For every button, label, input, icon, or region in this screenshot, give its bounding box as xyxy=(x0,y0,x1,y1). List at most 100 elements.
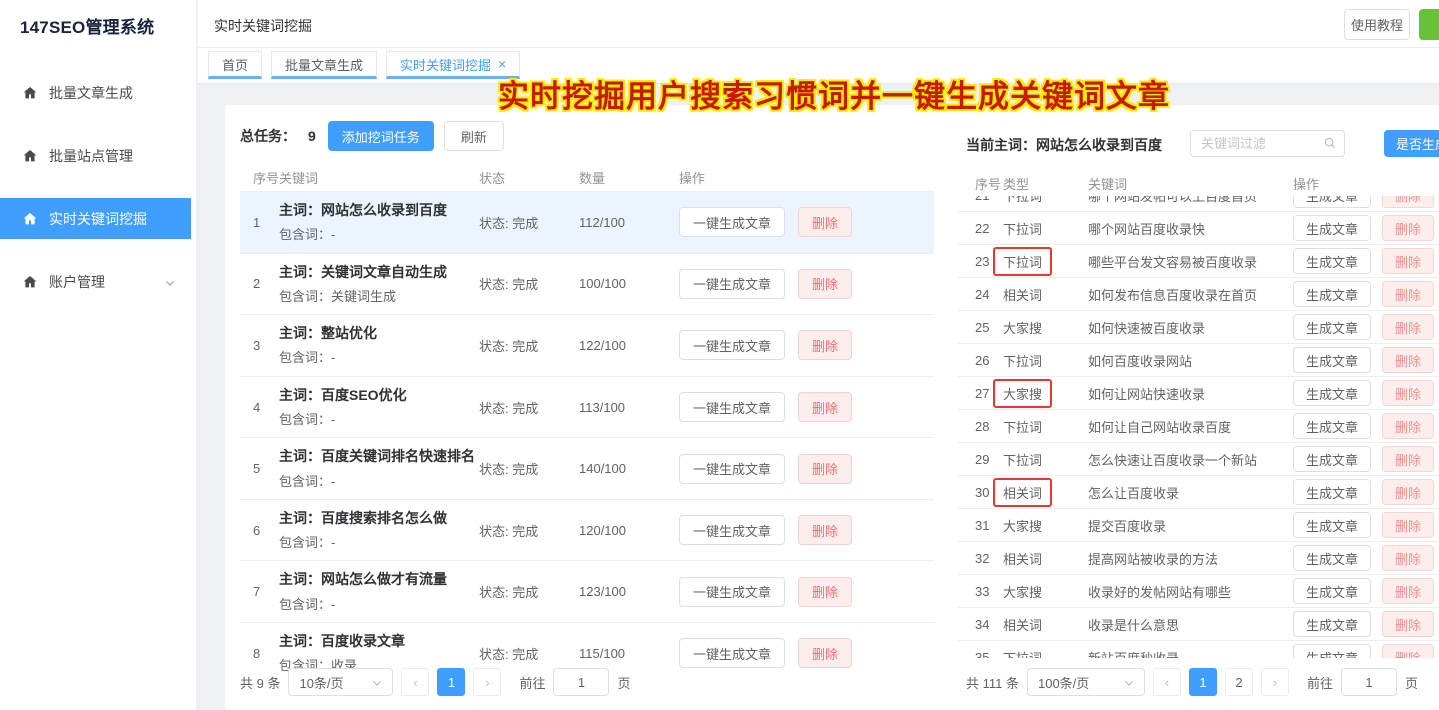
row-keyword: 哪个网站发帖可以上百度首页 xyxy=(1088,196,1293,205)
row-type-cell: 下拉词 xyxy=(1003,351,1088,370)
add-task-button[interactable]: 添加挖词任务 xyxy=(328,121,434,151)
delete-button[interactable]: 删除 xyxy=(798,577,852,607)
delete-button[interactable]: 删除 xyxy=(1382,380,1434,406)
prev-page-button[interactable]: ‹ xyxy=(401,668,429,696)
sidebar-item[interactable]: 批量站点管理 xyxy=(0,135,196,176)
page-size-select[interactable]: 100条/页 xyxy=(1027,668,1145,696)
next-page-button[interactable]: › xyxy=(1261,668,1289,696)
table-row[interactable]: 2 主词：关键词文章自动生成 包含词：关键词生成 状态: 完成 100/100 … xyxy=(240,253,934,315)
page-buttons: 1 2 xyxy=(1189,668,1253,696)
generate-article-button[interactable]: 一键生成文章 xyxy=(679,269,785,299)
goto-page-input[interactable] xyxy=(1341,668,1397,696)
tab-label: 实时关键词挖掘 xyxy=(400,55,491,74)
generate-article-button[interactable]: 一键生成文章 xyxy=(679,330,785,360)
delete-button[interactable]: 删除 xyxy=(798,638,852,668)
tasks-table-body: 1 主词：网站怎么收录到百度 包含词：- 状态: 完成 112/100 一键生成… xyxy=(240,191,934,684)
delete-button[interactable]: 删除 xyxy=(1382,281,1434,307)
row-actions: 生成文章 删除 xyxy=(1293,347,1439,373)
sidebar-item[interactable]: 账户管理 xyxy=(0,261,196,302)
generate-article-button[interactable]: 生成文章 xyxy=(1293,446,1371,472)
delete-button[interactable]: 删除 xyxy=(1382,215,1434,241)
delete-button[interactable]: 删除 xyxy=(798,454,852,484)
col-header-keyword: 关键词 xyxy=(279,168,479,187)
sidebar-item-label: 批量文章生成 xyxy=(49,83,133,103)
keyword-type: 下拉词 xyxy=(993,247,1052,276)
prev-page-button[interactable]: ‹ xyxy=(1153,668,1181,696)
delete-button[interactable]: 删除 xyxy=(798,207,852,237)
page-size-select[interactable]: 10条/页 xyxy=(288,668,393,696)
delete-button[interactable]: 删除 xyxy=(798,330,852,360)
goto-page-input[interactable] xyxy=(553,668,609,696)
row-type-cell: 下拉词 xyxy=(1003,219,1088,238)
table-row[interactable]: 3 主词：整站优化 包含词：- 状态: 完成 122/100 一键生成文章 删除 xyxy=(240,314,934,376)
generate-article-button[interactable]: 生成文章 xyxy=(1293,347,1371,373)
sidebar-item[interactable]: 批量文章生成 xyxy=(0,72,196,113)
page-number-button[interactable]: 1 xyxy=(1189,668,1217,696)
delete-button[interactable]: 删除 xyxy=(1382,578,1434,604)
tutorial-button[interactable]: 使用教程 xyxy=(1344,9,1410,40)
table-row[interactable]: 1 主词：网站怎么收录到百度 包含词：- 状态: 完成 112/100 一键生成… xyxy=(240,191,934,253)
delete-button[interactable]: 删除 xyxy=(1382,347,1434,373)
delete-button[interactable]: 删除 xyxy=(1382,248,1434,274)
table-row[interactable]: 5 主词：百度关键词排名快速排名 包含词：- 状态: 完成 140/100 一键… xyxy=(240,437,934,499)
generate-article-button[interactable]: 一键生成文章 xyxy=(679,638,785,668)
delete-button[interactable]: 删除 xyxy=(798,515,852,545)
delete-button[interactable]: 删除 xyxy=(798,269,852,299)
keyword-filter-input[interactable] xyxy=(1190,130,1345,157)
delete-button[interactable]: 删除 xyxy=(1382,413,1434,439)
tab[interactable]: 首页 xyxy=(208,51,262,79)
row-index: 5 xyxy=(240,461,279,476)
generate-article-button[interactable]: 一键生成文章 xyxy=(679,577,785,607)
tab[interactable]: 批量文章生成 xyxy=(271,51,377,79)
generate-article-button[interactable]: 生成文章 xyxy=(1293,512,1371,538)
green-action-button[interactable] xyxy=(1419,9,1439,40)
generate-article-button[interactable]: 生成文章 xyxy=(1293,479,1371,505)
generate-article-button[interactable]: 生成文章 xyxy=(1293,196,1371,208)
generate-article-button[interactable]: 生成文章 xyxy=(1293,281,1371,307)
table-row: 23 下拉词 哪些平台发文容易被百度收录 生成文章 删除 xyxy=(958,245,1439,278)
home-icon xyxy=(22,211,38,227)
generate-all-toggle-button[interactable]: 是否生成: xyxy=(1384,130,1439,157)
generate-article-button[interactable]: 生成文章 xyxy=(1293,413,1371,439)
sidebar-item[interactable]: 实时关键词挖掘 xyxy=(0,198,191,239)
generate-article-button[interactable]: 生成文章 xyxy=(1293,644,1371,658)
row-type-cell: 下拉词 xyxy=(1003,417,1088,436)
keyword-type: 相关词 xyxy=(1003,615,1042,634)
keyword-type: 相关词 xyxy=(993,478,1052,507)
row-actions: 生成文章 删除 xyxy=(1293,512,1439,538)
delete-button[interactable]: 删除 xyxy=(1382,314,1434,340)
delete-button[interactable]: 删除 xyxy=(1382,644,1434,658)
delete-button[interactable]: 删除 xyxy=(798,392,852,422)
delete-button[interactable]: 删除 xyxy=(1382,196,1434,208)
generate-article-button[interactable]: 一键生成文章 xyxy=(679,515,785,545)
generate-article-button[interactable]: 生成文章 xyxy=(1293,380,1371,406)
generate-article-button[interactable]: 生成文章 xyxy=(1293,545,1371,571)
table-row[interactable]: 6 主词：百度搜索排名怎么做 包含词：- 状态: 完成 120/100 一键生成… xyxy=(240,499,934,561)
generate-article-button[interactable]: 生成文章 xyxy=(1293,314,1371,340)
generate-article-button[interactable]: 生成文章 xyxy=(1293,215,1371,241)
delete-button[interactable]: 删除 xyxy=(1382,446,1434,472)
table-row[interactable]: 7 主词：网站怎么做才有流量 包含词：- 状态: 完成 123/100 一键生成… xyxy=(240,560,934,622)
generate-article-button[interactable]: 一键生成文章 xyxy=(679,207,785,237)
table-row[interactable]: 4 主词：百度SEO优化 包含词：- 状态: 完成 113/100 一键生成文章… xyxy=(240,376,934,438)
delete-button[interactable]: 删除 xyxy=(1382,512,1434,538)
row-index: 32 xyxy=(958,551,1003,566)
generate-article-button[interactable]: 生成文章 xyxy=(1293,611,1371,637)
delete-button[interactable]: 删除 xyxy=(1382,611,1434,637)
refresh-button[interactable]: 刷新 xyxy=(444,121,504,151)
page-number-button[interactable]: 2 xyxy=(1225,668,1253,696)
generate-article-button[interactable]: 生成文章 xyxy=(1293,578,1371,604)
promo-banner-text: 实时挖掘用户搜索习惯词并一键生成关键词文章 xyxy=(498,71,1170,116)
row-keyword: 怎么快速让百度收录一个新站 xyxy=(1088,450,1293,469)
page-number-button[interactable]: 1 xyxy=(437,668,465,696)
generate-article-button[interactable]: 生成文章 xyxy=(1293,248,1371,274)
next-page-button[interactable]: › xyxy=(473,668,501,696)
row-actions: 一键生成文章 删除 xyxy=(679,207,934,237)
delete-button[interactable]: 删除 xyxy=(1382,479,1434,505)
generate-article-button[interactable]: 一键生成文章 xyxy=(679,454,785,484)
close-icon[interactable]: × xyxy=(498,57,506,71)
col-header-no: 序号 xyxy=(958,174,1003,193)
delete-button[interactable]: 删除 xyxy=(1382,545,1434,571)
row-count: 113/100 xyxy=(579,400,679,415)
generate-article-button[interactable]: 一键生成文章 xyxy=(679,392,785,422)
